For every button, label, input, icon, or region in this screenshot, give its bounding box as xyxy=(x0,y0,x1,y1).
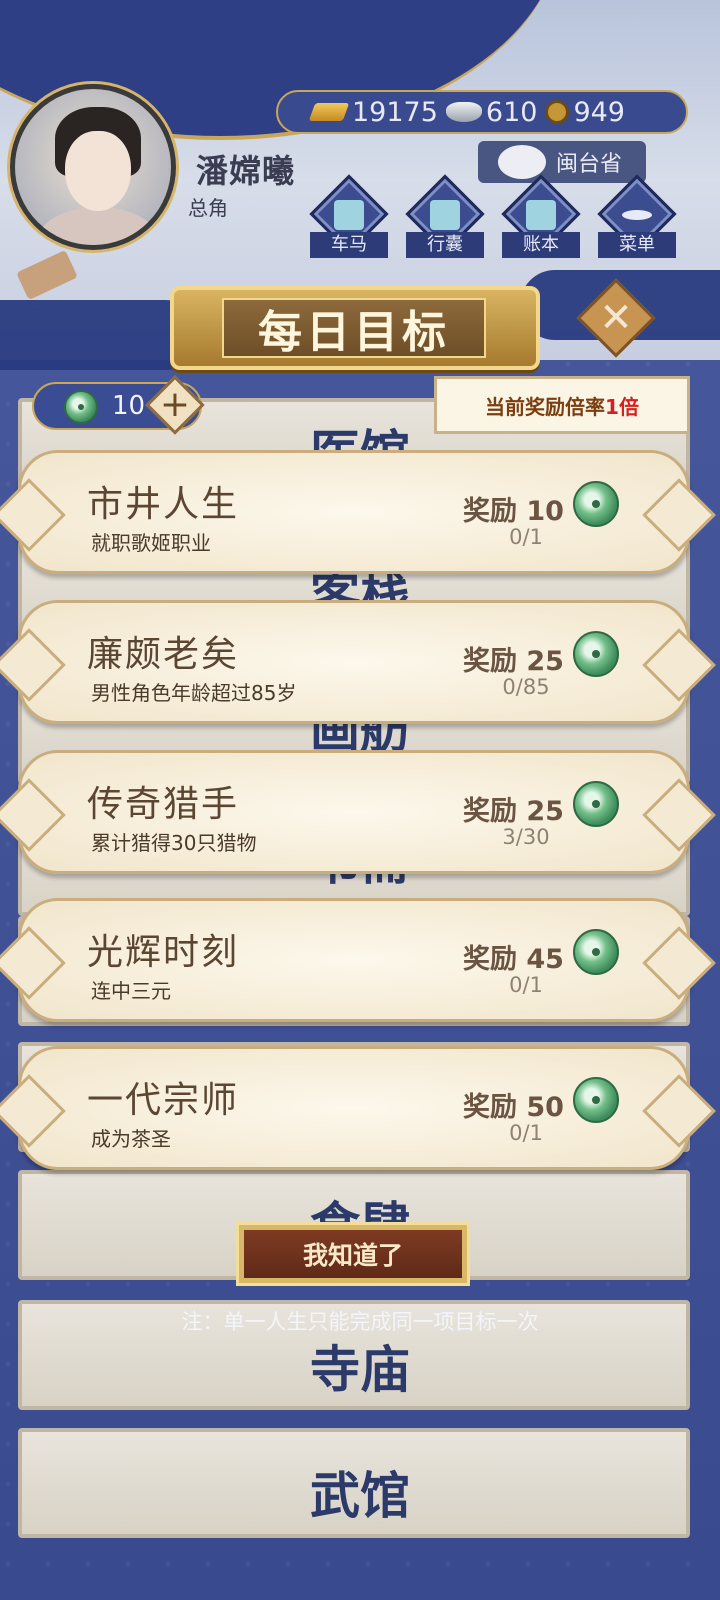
jade-token-icon xyxy=(64,390,98,424)
location-label: 闽台省 xyxy=(556,152,623,177)
game-screen: 潘嫦曦 总角 19175 610 949 闽台省 车马 行囊 账本 菜单 目标 xyxy=(0,0,720,1600)
close-icon: ✕ xyxy=(599,295,633,341)
task-reward: 奖励 10 xyxy=(463,496,564,527)
task-title: 光辉时刻 xyxy=(87,932,240,973)
jade-token-icon xyxy=(573,929,619,975)
menu-button-menu[interactable]: 菜单 xyxy=(592,174,682,266)
martial-hall-label: 武馆 xyxy=(310,1467,410,1525)
jade-token-icon xyxy=(573,781,619,827)
acknowledge-button[interactable]: 我知道了 xyxy=(236,1222,470,1286)
jade-token-icon xyxy=(573,631,619,677)
gold-amount: 19175 xyxy=(352,96,438,128)
carriage-glyph xyxy=(334,200,364,230)
avatar-face xyxy=(65,131,131,211)
copper-coin-icon xyxy=(545,100,570,124)
task-reward: 奖励 25 xyxy=(463,796,564,827)
task-card: 光辉时刻 连中三元 奖励 45 0/1 xyxy=(18,898,690,1022)
menu-button-bag[interactable]: 行囊 xyxy=(400,174,490,266)
currency-bar: 19175 610 949 xyxy=(276,90,688,134)
ledger-glyph xyxy=(526,200,556,230)
copper-amount: 949 xyxy=(573,96,625,128)
task-title: 市井人生 xyxy=(87,484,240,525)
menu-label: 账本 xyxy=(502,232,580,258)
task-progress: 3/30 xyxy=(502,825,550,849)
location-icon xyxy=(498,145,546,179)
task-card: 传奇猎手 累计猎得30只猎物 奖励 25 3/30 xyxy=(18,750,690,874)
task-title: 传奇猎手 xyxy=(87,784,240,825)
task-reward: 奖励 50 xyxy=(463,1092,564,1123)
player-name: 潘嫦曦 xyxy=(196,152,296,190)
menu-label: 车马 xyxy=(310,232,388,258)
task-title: 廉颇老矣 xyxy=(87,634,240,675)
task-desc: 男性角色年龄超过85岁 xyxy=(91,681,297,705)
menu-button-ledger[interactable]: 账本 xyxy=(496,174,586,266)
acknowledge-label: 我知道了 xyxy=(244,1230,462,1278)
task-card: 市井人生 就职歌姬职业 奖励 10 0/1 xyxy=(18,450,690,574)
task-reward: 奖励 25 xyxy=(463,646,564,677)
avatar-body xyxy=(37,207,159,245)
task-progress: 0/85 xyxy=(502,675,550,699)
jade-token-icon xyxy=(573,481,619,527)
plus-icon: + xyxy=(159,384,191,425)
menu-dots-glyph xyxy=(622,210,652,220)
scroll-icon xyxy=(16,249,78,301)
task-card: 廉颇老矣 男性角色年龄超过85岁 奖励 25 0/85 xyxy=(18,600,690,724)
task-desc: 成为茶圣 xyxy=(91,1127,171,1151)
player-role: 总角 xyxy=(188,196,228,220)
task-reward: 奖励 45 xyxy=(463,944,564,975)
silver-ingot-icon xyxy=(445,102,482,122)
bag-glyph xyxy=(430,200,460,230)
multiplier-label: 当前奖励倍率 xyxy=(485,394,606,419)
multiplier-value: 1倍 xyxy=(605,394,639,419)
task-title: 一代宗师 xyxy=(87,1080,240,1121)
temple-label: 寺庙 xyxy=(310,1341,410,1399)
dialog-title-banner: 每日目标 xyxy=(170,286,540,370)
menu-label: 菜单 xyxy=(598,232,676,258)
location-button[interactable]: 闽台省 xyxy=(478,141,646,183)
task-desc: 就职歌姬职业 xyxy=(91,531,211,555)
silver-amount: 610 xyxy=(485,96,538,128)
jade-token-icon xyxy=(573,1077,619,1123)
task-progress: 0/1 xyxy=(509,973,543,997)
dialog-note: 注：单一人生只能完成同一项目标一次 xyxy=(181,1310,539,1334)
dialog-title: 每日目标 xyxy=(222,298,486,358)
gold-ingot-icon xyxy=(308,103,350,121)
token-count: 10 xyxy=(112,391,146,421)
task-desc: 累计猎得30只猎物 xyxy=(91,831,257,855)
task-progress: 0/1 xyxy=(509,525,543,549)
avatar[interactable] xyxy=(10,84,176,250)
menu-button-carriage[interactable]: 车马 xyxy=(304,174,394,266)
menu-label: 行囊 xyxy=(406,232,484,258)
task-card: 一代宗师 成为茶圣 奖励 50 0/1 xyxy=(18,1046,690,1170)
task-progress: 0/1 xyxy=(509,1121,543,1145)
reward-multiplier: 当前奖励倍率 1倍 xyxy=(434,376,690,434)
task-desc: 连中三元 xyxy=(91,979,171,1003)
